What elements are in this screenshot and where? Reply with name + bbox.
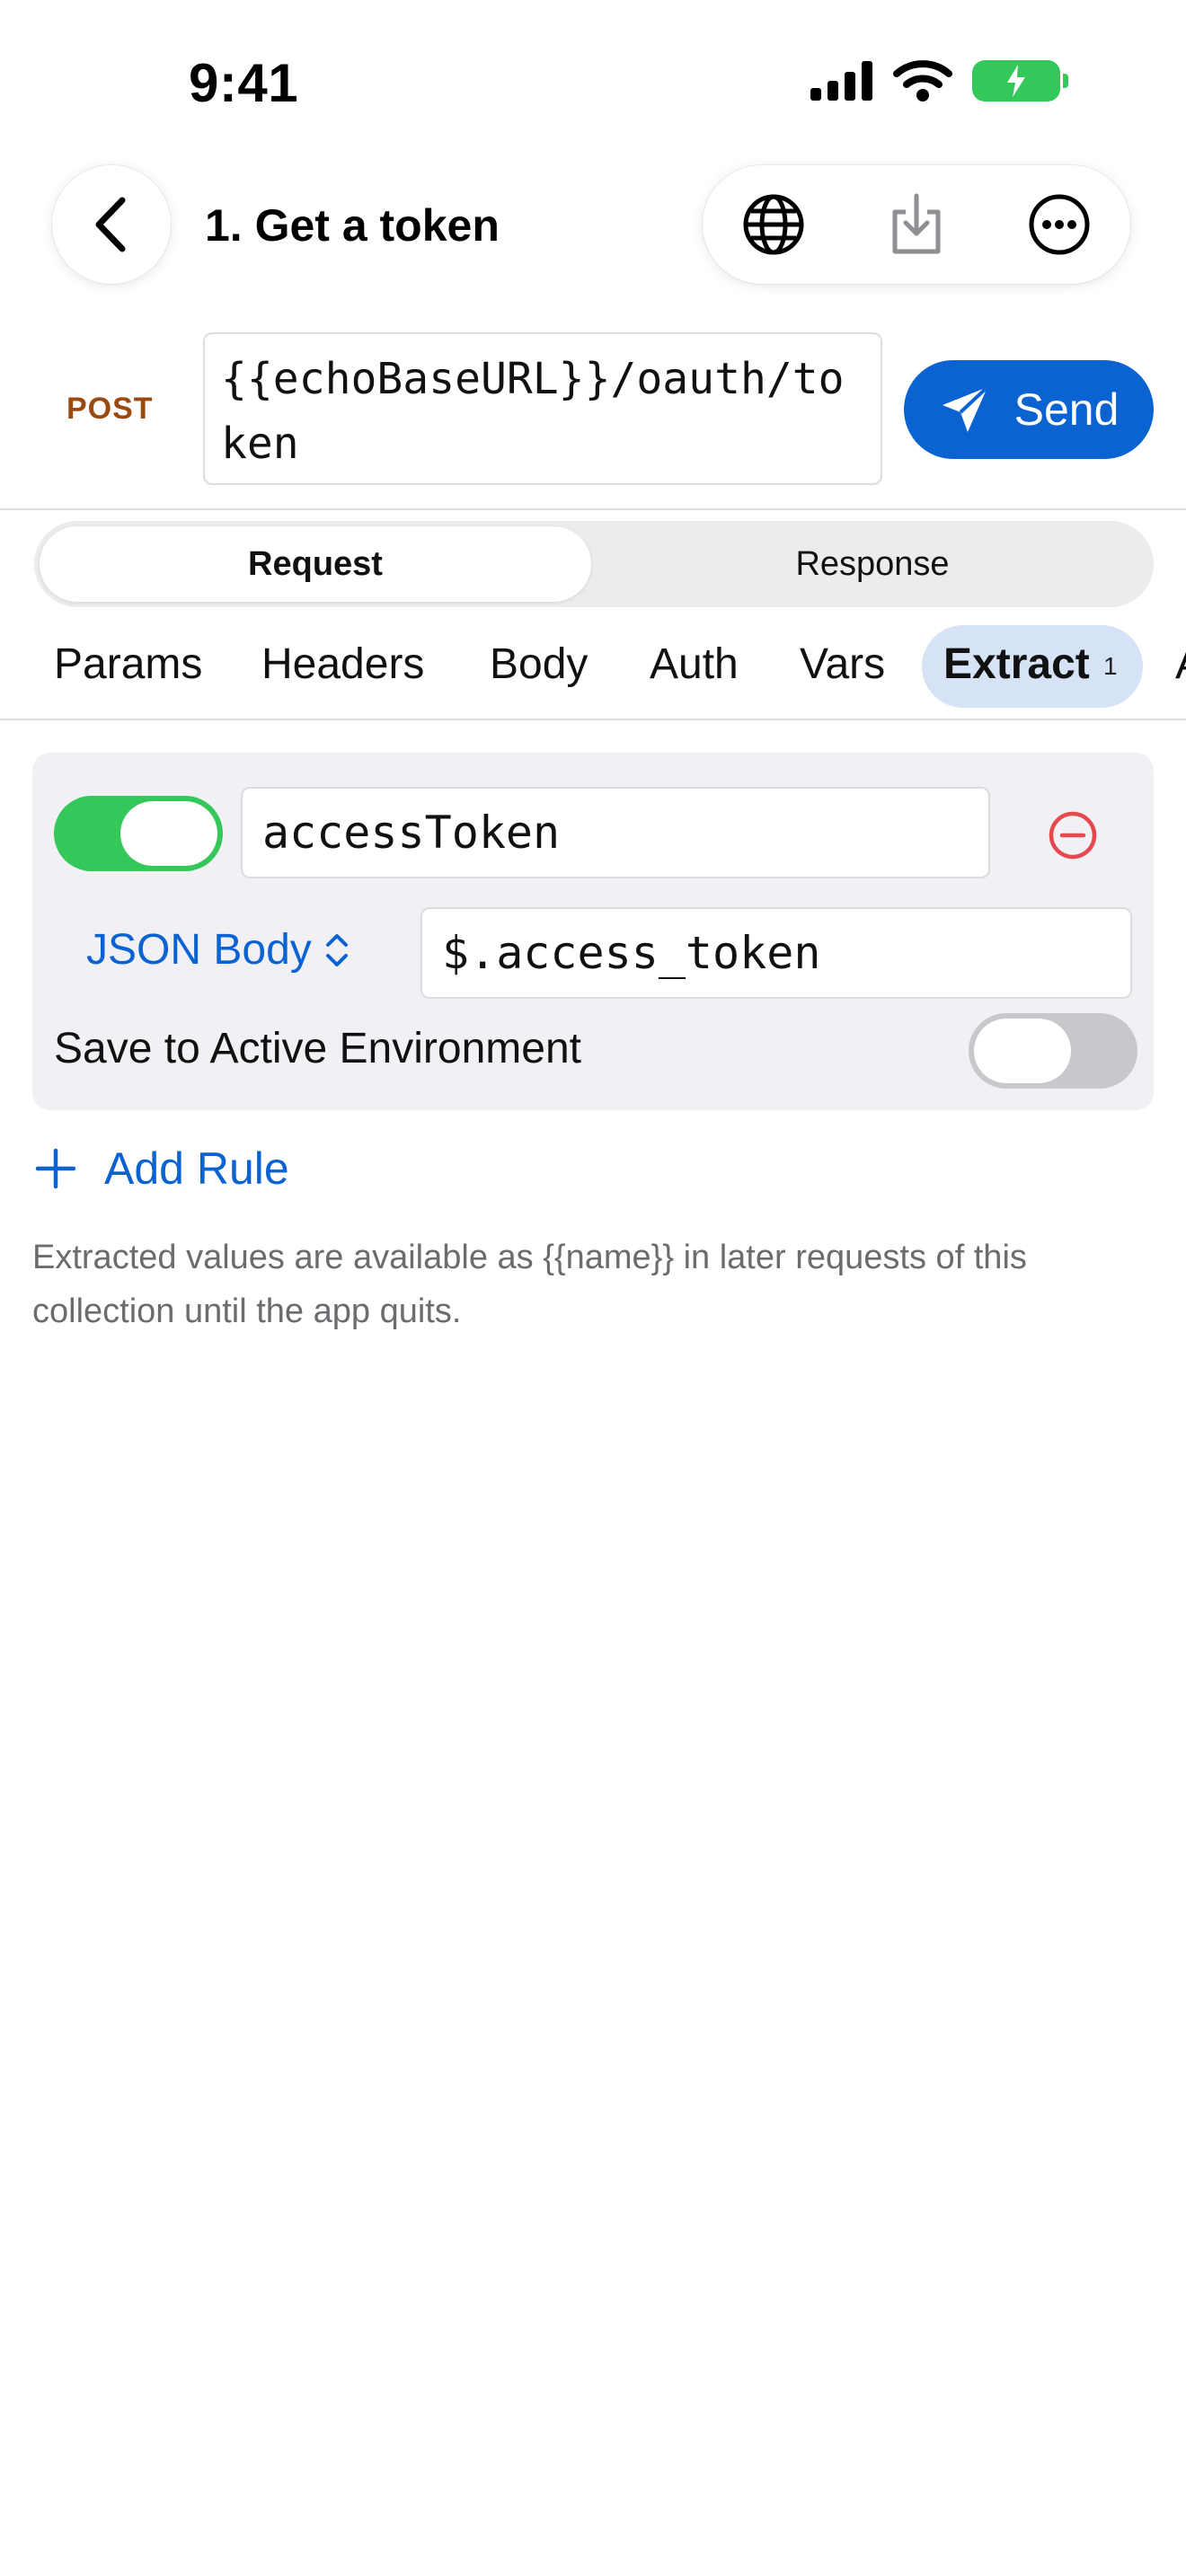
tab-extract-label: Extract (943, 640, 1090, 688)
save-to-environment-label: Save to Active Environment (54, 1025, 581, 1072)
tab-params[interactable]: Params (54, 640, 202, 689)
globe-icon (743, 194, 804, 255)
toggle-knob (120, 801, 217, 866)
segment-response[interactable]: Response (597, 526, 1148, 602)
http-method-label[interactable]: POST (66, 392, 154, 427)
save-to-environment-toggle[interactable] (969, 1013, 1137, 1089)
save-button[interactable] (879, 187, 954, 262)
rule-enabled-toggle[interactable] (54, 796, 223, 871)
status-icons (810, 59, 1068, 102)
tabs-divider (0, 719, 1186, 720)
send-label: Send (1013, 384, 1120, 435)
json-path-field[interactable]: $.access_token (420, 907, 1132, 999)
segment-request[interactable]: Request (40, 526, 591, 602)
remove-rule-icon[interactable] (1044, 807, 1102, 864)
more-button[interactable] (1022, 187, 1097, 262)
tab-headers[interactable]: Headers (261, 640, 424, 689)
download-tray-icon (892, 193, 941, 254)
environment-button[interactable] (736, 187, 811, 262)
tab-extract-count: 1 (1103, 652, 1118, 680)
extract-footnote: Extracted values are available as {{name… (32, 1239, 1027, 1330)
tab-overflow-partial[interactable]: A (1175, 640, 1186, 693)
url-field[interactable]: {{echoBaseURL}}/oauth/token (203, 332, 882, 485)
cellular-signal-icon (810, 61, 872, 101)
add-rule-label: Add Rule (104, 1143, 289, 1194)
ellipsis-circle-icon (1029, 194, 1090, 255)
wifi-icon (893, 60, 952, 101)
toggle-knob (974, 1019, 1071, 1083)
battery-icon (972, 60, 1068, 101)
add-rule-button[interactable]: Add Rule (34, 1142, 289, 1195)
divider (0, 508, 1186, 510)
status-time: 9:41 (189, 53, 299, 113)
tab-auth[interactable]: Auth (650, 640, 739, 689)
extract-source-label: JSON Body (86, 926, 312, 974)
request-response-segmented-control: Request Response (34, 521, 1154, 607)
tab-vars[interactable]: Vars (800, 640, 885, 689)
nav-actions (703, 165, 1130, 284)
back-button[interactable] (52, 165, 171, 284)
paperplane-icon (942, 385, 988, 432)
send-button[interactable]: Send (904, 360, 1154, 459)
chevron-up-down-icon (325, 933, 348, 966)
page-title: 1. Get a token (205, 200, 500, 251)
plus-icon (35, 1148, 76, 1189)
extract-source-picker[interactable]: JSON Body (86, 925, 351, 975)
variable-name-field[interactable]: accessToken (241, 787, 990, 878)
tab-body[interactable]: Body (490, 640, 588, 689)
chevron-left-icon (95, 197, 126, 252)
